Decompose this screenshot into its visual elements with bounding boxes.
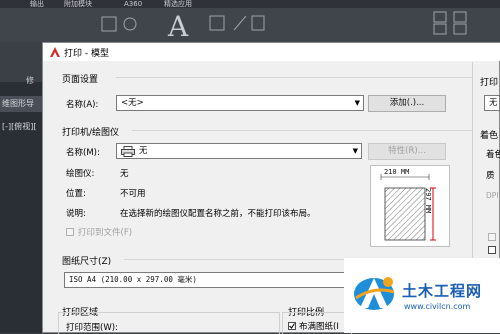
paper-height-label: 297 MM bbox=[424, 188, 432, 214]
autocad-logo-icon bbox=[49, 46, 61, 58]
printer-heading: 打印机/绘图仪 bbox=[62, 128, 120, 138]
paper-width-label: 210 MM bbox=[384, 168, 410, 176]
watermark-title: 土木工程网 bbox=[402, 282, 483, 300]
ribbon-tab-featured[interactable]: 精选应用 bbox=[164, 0, 192, 8]
text-tool-icon[interactable]: A bbox=[168, 10, 188, 43]
plot-style-select[interactable]: 无 bbox=[484, 95, 500, 111]
dialog-titlebar[interactable] bbox=[43, 43, 500, 61]
print-to-file-checkbox[interactable] bbox=[66, 228, 74, 236]
ribbon-tab-a360[interactable]: A360 bbox=[124, 0, 142, 8]
chevron-down-icon: ▼ bbox=[352, 147, 358, 155]
print-to-file-label: 打印到文件(F) bbox=[78, 228, 133, 238]
ribbon-tab-addons[interactable]: 附加模块 bbox=[64, 0, 92, 8]
ribbon-right-icons bbox=[430, 10, 490, 36]
description-label: 说明: bbox=[66, 209, 86, 219]
ribbon-tab-bar: 输出 附加模块 A360 精选应用 bbox=[0, 0, 500, 8]
chevron-down-icon: ▼ bbox=[354, 99, 360, 107]
plot-style-value: 无 bbox=[489, 98, 498, 108]
workspace-left-strip bbox=[0, 82, 48, 333]
watermark-url: www.civilcn.com bbox=[404, 302, 471, 311]
printer-name-label: 名称(M): bbox=[66, 148, 100, 158]
fit-to-paper-label: 布满图纸(I bbox=[299, 322, 339, 332]
paper-size-heading: 图纸尺寸(Z) bbox=[62, 257, 112, 267]
ribbon-tools-group bbox=[100, 14, 140, 36]
paper-preview-graphic bbox=[380, 174, 436, 241]
plot-range-label: 打印范围(W): bbox=[66, 323, 118, 333]
shading-heading: 着色 bbox=[480, 131, 499, 141]
watermark-logo-icon bbox=[350, 268, 398, 316]
quality-label: 质 bbox=[486, 171, 495, 181]
paper-size-value: ISO A4 (210.00 x 297.00 毫米) bbox=[69, 275, 197, 284]
viewport-label[interactable]: [-][俯视][ bbox=[2, 121, 37, 132]
page-setup-name-select[interactable]: <无> ▼ bbox=[116, 95, 364, 111]
location-label: 位置: bbox=[66, 189, 86, 199]
right-option-checkbox-2[interactable] bbox=[488, 246, 496, 254]
ribbon-tool-icons bbox=[101, 16, 137, 32]
location-value: 不可用 bbox=[120, 189, 146, 199]
page-setup-name-value: <无> bbox=[121, 98, 144, 108]
printer-properties-button[interactable]: 特性(R)... bbox=[368, 143, 446, 160]
plotter-label: 绘图仪: bbox=[66, 169, 95, 179]
page-setup-divider bbox=[116, 77, 472, 78]
printer-name-value: 无 bbox=[139, 146, 148, 156]
page-setup-heading: 页面设置 bbox=[62, 75, 99, 85]
workspace-tab[interactable]: 维图形导 bbox=[0, 96, 48, 112]
printer-icon bbox=[121, 146, 135, 162]
dpi-label: DPI bbox=[486, 191, 499, 200]
ribbon-dim-icons bbox=[208, 12, 268, 36]
right-panel-heading: 打印 bbox=[480, 78, 499, 88]
printer-divider bbox=[132, 130, 472, 131]
fit-to-paper-checkbox[interactable] bbox=[288, 322, 296, 330]
paper-size-divider bbox=[124, 259, 354, 260]
paper-preview bbox=[370, 165, 450, 247]
shading-label: 着色 bbox=[486, 150, 500, 160]
paper-size-select[interactable]: ISO A4 (210.00 x 297.00 毫米) ▼ bbox=[64, 272, 354, 288]
page-setup-name-label: 名称(A): bbox=[66, 100, 99, 110]
dialog-title: 打印 - 模型 bbox=[64, 49, 109, 59]
right-option-checkbox-1[interactable] bbox=[488, 233, 496, 241]
printer-name-select[interactable]: 无 ▼ bbox=[116, 143, 362, 159]
description-value: 在选择新的绘图仪配置名称之前，不能打印该布局。 bbox=[120, 209, 316, 219]
add-page-setup-button[interactable]: 添加(.)... bbox=[368, 95, 446, 112]
check-mark-icon bbox=[289, 323, 295, 329]
ribbon-panel-label: 修 bbox=[26, 76, 34, 85]
ribbon-tab-output[interactable]: 输出 bbox=[30, 0, 44, 8]
plotter-value: 无 bbox=[120, 169, 129, 179]
